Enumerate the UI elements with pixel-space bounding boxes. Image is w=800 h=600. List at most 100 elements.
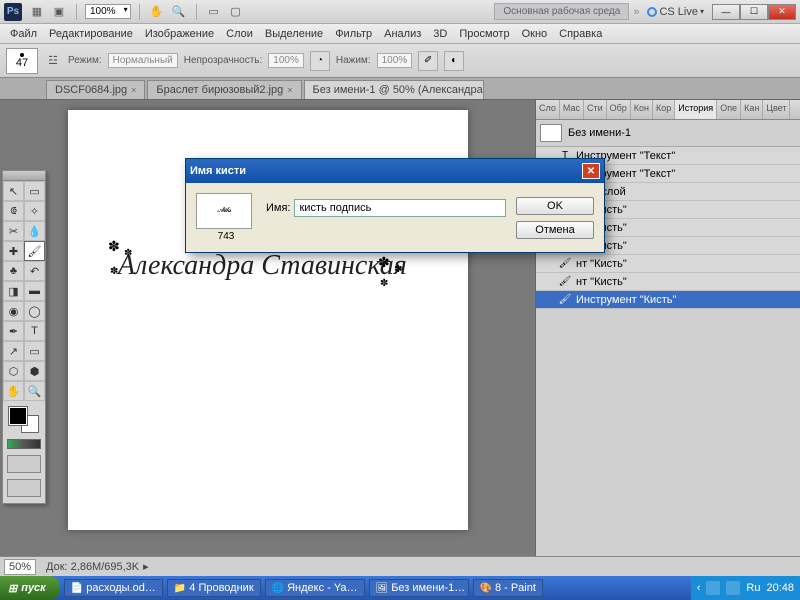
3d-tool[interactable]: ⬡ [3, 361, 24, 381]
ptab-color[interactable]: Цвет [763, 100, 790, 119]
3d-cam-tool[interactable]: ⬢ [24, 361, 45, 381]
eyedropper-tool[interactable]: 💧 [24, 221, 45, 241]
stamp-tool[interactable]: ♣ [3, 261, 24, 281]
ptab-samples[interactable]: Обр [607, 100, 631, 119]
color-swatches[interactable] [9, 407, 39, 433]
ptab-channels[interactable]: Кан [741, 100, 763, 119]
zoom-dropdown[interactable]: 100% [85, 4, 131, 19]
tray-icon[interactable] [706, 581, 720, 595]
tray-icon[interactable] [726, 581, 740, 595]
type-tool[interactable]: T [24, 321, 45, 341]
screenmode-button[interactable] [7, 479, 41, 497]
history-step-label: нт "Кисть" [576, 258, 627, 270]
name-label: Имя: [266, 202, 290, 214]
history-brush-tool[interactable]: ↶ [24, 261, 45, 281]
quickmask-button[interactable] [7, 455, 41, 473]
airbrush-icon[interactable]: ✐ [418, 51, 438, 71]
quick-gradient [7, 439, 41, 449]
doc-tab-2[interactable]: Без имени-1 @ 50% (Александра Ставинская… [304, 80, 484, 99]
ptab-layers[interactable]: Сло [536, 100, 560, 119]
task-item[interactable]: 🎨8 - Paint [473, 579, 543, 597]
menu-window[interactable]: Окно [516, 26, 554, 42]
workspace-switcher[interactable]: Основная рабочая среда [494, 3, 629, 20]
menu-file[interactable]: Файл [4, 26, 43, 42]
menu-layer[interactable]: Слои [220, 26, 259, 42]
dialog-titlebar[interactable]: Имя кисти ✕ [186, 159, 604, 183]
history-item[interactable]: ▸🖌Инструмент "Кисть" [536, 291, 800, 309]
ptab-history[interactable]: История [675, 100, 717, 119]
dialog-close-button[interactable]: ✕ [582, 163, 600, 179]
history-item[interactable]: 🖌нт "Кисть" [536, 273, 800, 291]
heal-tool[interactable]: ✚ [3, 241, 24, 261]
task-item[interactable]: 📄расходы.od… [64, 579, 163, 597]
marquee-tool[interactable]: ▭ [24, 181, 45, 201]
task-item[interactable]: 🌐Яндекс - Ya… [265, 579, 365, 597]
menu-edit[interactable]: Редактирование [43, 26, 139, 42]
ptab-kor[interactable]: Кор [653, 100, 675, 119]
tray-expand-icon[interactable]: ‹ [697, 582, 701, 594]
doc-tab-1[interactable]: Браслет бирюзовый2.jpg× [147, 80, 301, 99]
system-tray: ‹ Ru 20:48 [691, 576, 800, 600]
ptab-styles[interactable]: Сти [584, 100, 607, 119]
close-icon[interactable]: × [131, 85, 136, 95]
lang-indicator[interactable]: Ru [746, 582, 760, 594]
ptab-kon[interactable]: Кон [631, 100, 653, 119]
path-tool[interactable]: ↗ [3, 341, 24, 361]
menu-3d[interactable]: 3D [427, 26, 453, 42]
tablet-pressure-icon[interactable]: ◐ [444, 51, 464, 71]
gradient-tool[interactable]: ▬ [24, 281, 45, 301]
move-tool[interactable]: ↖ [3, 181, 24, 201]
history-item[interactable]: 🖌нт "Кисть" [536, 255, 800, 273]
pen-tool[interactable]: ✒ [3, 321, 24, 341]
ok-button[interactable]: OK [516, 197, 594, 215]
clock[interactable]: 20:48 [766, 582, 794, 594]
hand-icon[interactable]: ✋ [148, 3, 166, 21]
wand-tool[interactable]: ✧ [24, 201, 45, 221]
flow-field[interactable]: 100% [377, 53, 413, 68]
eraser-tool[interactable]: ◨ [3, 281, 24, 301]
menu-filter[interactable]: Фильтр [329, 26, 378, 42]
cancel-button[interactable]: Отмена [516, 221, 594, 239]
task-item[interactable]: 📁4 Проводник [167, 579, 261, 597]
minimize-button[interactable]: — [712, 4, 740, 20]
mode-dropdown[interactable]: Нормальный [108, 53, 178, 68]
crop-tool[interactable]: ✂ [3, 221, 24, 241]
fg-color[interactable] [9, 407, 27, 425]
zoom-icon[interactable]: 🔍 [170, 3, 188, 21]
task-item[interactable]: 🖼Без имени-1… [369, 579, 469, 597]
brush-name-dialog: Имя кисти ✕ 𝒜ℓ𝑒𝓀𝓈 743 Имя: OK Отмена [185, 158, 605, 253]
menu-analysis[interactable]: Анализ [378, 26, 427, 42]
arrange-icon[interactable]: ▭ [205, 3, 223, 21]
maximize-button[interactable]: ☐ [740, 4, 768, 20]
start-button[interactable]: ⊞ пуск [0, 576, 60, 600]
dodge-tool[interactable]: ◯ [24, 301, 45, 321]
brush-preset-picker[interactable]: 47 [6, 48, 38, 74]
menu-select[interactable]: Выделение [259, 26, 329, 42]
cs-live[interactable]: CS Live ▾ [647, 6, 704, 18]
screen-icon[interactable]: ▢ [227, 3, 245, 21]
brush-name-input[interactable] [294, 199, 506, 217]
zoom-tool[interactable]: 🔍 [24, 381, 45, 401]
menu-view[interactable]: Просмотр [453, 26, 515, 42]
minibridge-icon[interactable]: ▣ [50, 3, 68, 21]
hand-tool[interactable]: ✋ [3, 381, 24, 401]
lasso-tool[interactable]: ⟃ [3, 201, 24, 221]
toolbox-grip[interactable] [3, 171, 45, 181]
brush-tool[interactable]: 🖌 [24, 241, 45, 261]
history-snapshot-thumb[interactable] [540, 124, 562, 142]
doc-size: Док: 2,86M/695,3K [46, 561, 139, 573]
ptab-masks[interactable]: Мас [560, 100, 584, 119]
zoom-field[interactable]: 50% [4, 559, 36, 575]
opacity-field[interactable]: 100% [268, 53, 304, 68]
doc-tab-0[interactable]: DSCF0684.jpg× [46, 80, 145, 99]
shape-tool[interactable]: ▭ [24, 341, 45, 361]
close-icon[interactable]: × [287, 85, 292, 95]
menu-help[interactable]: Справка [553, 26, 608, 42]
menu-image[interactable]: Изображение [139, 26, 220, 42]
blur-tool[interactable]: ◉ [3, 301, 24, 321]
ptab-actions[interactable]: Опе [717, 100, 741, 119]
bridge-icon[interactable]: ▦ [28, 3, 46, 21]
brush-panel-icon[interactable]: ☳ [44, 52, 62, 70]
close-button[interactable]: ✕ [768, 4, 796, 20]
opacity-pressure-icon[interactable]: ◔ [310, 51, 330, 71]
